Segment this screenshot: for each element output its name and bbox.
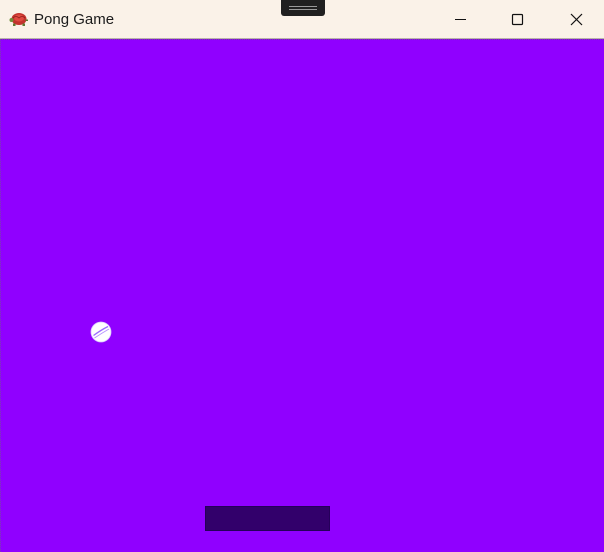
pong-window: Pong Game (0, 0, 604, 552)
white-ball-icon (90, 321, 112, 343)
turtle-icon (9, 11, 29, 27)
snap-layout-handle[interactable] (281, 0, 325, 16)
window-title: Pong Game (34, 11, 115, 28)
player-paddle[interactable] (205, 506, 330, 531)
close-button[interactable] (553, 0, 599, 39)
maximize-button[interactable] (495, 0, 541, 39)
game-canvas[interactable] (0, 39, 604, 552)
title-bar[interactable]: Pong Game (0, 0, 604, 39)
minimize-button[interactable] (437, 0, 483, 39)
